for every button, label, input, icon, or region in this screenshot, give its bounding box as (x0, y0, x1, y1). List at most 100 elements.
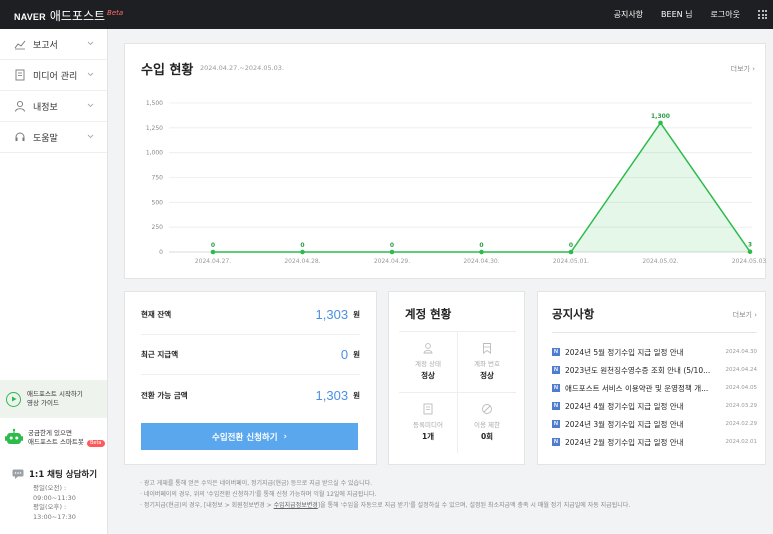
smart-bot-link[interactable]: 궁금한게 있으면 애드포스트 스마트봇 Beta (4, 428, 108, 448)
data-label: 1,300 (651, 113, 670, 120)
x-tick-label: 2024.04.27. (195, 258, 231, 265)
notice-item[interactable]: N 2024년 5월 정기수입 지급 일정 안내 2024.04.30 (552, 346, 757, 358)
notice-item[interactable]: N 2023년도 원천징수영수증 조회 안내 (5/10... 2024.04.… (552, 364, 757, 376)
balance-value: 1,303 (315, 307, 349, 322)
apply-conversion-button[interactable]: 수입전환 신청하기 › (141, 423, 358, 450)
account-value: 정상 (421, 371, 435, 380)
x-tick-label: 2024.05.02. (642, 258, 678, 265)
footnote-1: · 광고 게재를 통해 얻은 수익은 네이버페이, 정기지급(현금) 등으로 지… (140, 480, 373, 487)
notice-date: 2024.03.29 (725, 403, 758, 409)
top-link-user[interactable]: BEEN 님 (661, 9, 693, 20)
y-tick-label: 1,250 (146, 125, 163, 132)
apps-grid-icon[interactable] (758, 10, 767, 19)
x-tick-label: 2024.04.30. (463, 258, 499, 265)
income-chart: 0 250 500 750 1,000 1,250 1,500 0 2024.04.27. 0 20… (146, 100, 767, 265)
account-value: 정상 (480, 371, 494, 380)
chat-consult: 1:1 채팅 상담하기 평일(오전) : 09:00~11:30 평일(오후) … (12, 468, 108, 522)
top-link-logout[interactable]: 로그아웃 (711, 9, 740, 20)
chevron-down-icon (87, 70, 95, 80)
account-label: 이용 제한 (474, 421, 500, 429)
sidebar-item-help[interactable]: 도움말 (0, 122, 107, 153)
notice-text: 2024년 2월 정기수입 지급 일정 안내 (565, 437, 684, 447)
chat-bubble-icon (12, 469, 24, 479)
notice-text: 2024년 3월 정기수입 지급 일정 안내 (565, 419, 684, 429)
sidebar-item-label: 보고서 (33, 40, 58, 51)
chevron-down-icon (87, 39, 95, 49)
footnotes: · 광고 게재를 통해 얻은 수익은 네이버페이, 정기지급(현금) 등으로 지… (140, 478, 630, 511)
chat-hours: 평일(오전) : 09:00~11:30 평일(오후) : 13:00~17:3… (33, 484, 108, 522)
data-label: 0 (479, 242, 483, 249)
account-value: 1개 (421, 432, 435, 441)
x-tick-label: 2024.05.03. (732, 258, 767, 265)
account-panel: 계정 현황 계정 상태 정상 계좌 번호 정상 등록미디어 1개 이용 제한 0… (388, 291, 525, 465)
y-tick-label: 1,000 (146, 150, 163, 157)
convertible-amount-row: 전환 가능 금액 1,303 원 (141, 375, 360, 415)
x-tick-label: 2024.04.29. (374, 258, 410, 265)
data-point (658, 120, 663, 126)
footnote-3: · 정기지급(현금)의 경우, [내정보 > 회원정보변경 > 수입지급정보변경… (140, 502, 631, 509)
start-guide-video-link[interactable]: 애드포스트 시작하기 영상 가이드 (0, 380, 107, 418)
adpost-title: 애드포스트 (49, 9, 106, 23)
account-title: 계정 현황 (405, 307, 452, 321)
balance-label: 현재 잔액 (141, 310, 172, 319)
account-label: 계정 상태 (415, 360, 441, 368)
notice-item[interactable]: N 2024년 3월 정기수입 지급 일정 안내 2024.02.29 (552, 418, 757, 430)
guide-line-2: 영상 가이드 (27, 399, 59, 407)
notice-item[interactable]: N 2024년 2월 정기수입 지급 일정 안내 2024.02.01 (552, 436, 757, 448)
current-balance-row: 현재 잔액 1,303 원 (141, 295, 360, 335)
sidebar-item-media[interactable]: 미디어 관리 (0, 60, 107, 91)
top-link-notice[interactable]: 공지사항 (614, 9, 643, 20)
data-label: 0 (390, 242, 394, 249)
brand-logo[interactable]: NAVER 애드포스트 Beta (14, 7, 123, 24)
ban-icon (481, 403, 493, 415)
new-badge: N (552, 420, 560, 428)
sidebar-item-report[interactable]: 보고서 (0, 29, 107, 60)
data-point (479, 249, 484, 255)
bot-line-1: 궁금한게 있으면 (28, 429, 72, 437)
chat-consult-link[interactable]: 1:1 채팅 상담하기 (12, 468, 108, 480)
series-area (213, 122, 750, 252)
income-payment-info-link[interactable]: 수입지급정보변경 (274, 502, 318, 509)
notice-item[interactable]: N 애드포스트 서비스 이용약관 및 운영정책 개... 2024.04.05 (552, 382, 757, 394)
bot-line-2: 애드포스트 스마트봇 (28, 438, 84, 446)
account-label: 계좌 번호 (474, 360, 500, 368)
income-panel: 수입 현황 2024.04.27.~2024.05.03. 더보기 › 0 250… (124, 43, 767, 279)
data-label: 0 (300, 242, 304, 249)
beta-badge: Beta (86, 440, 105, 447)
notice-item[interactable]: N 2024년 4월 정기수입 지급 일정 안내 2024.03.29 (552, 400, 757, 412)
new-badge: N (552, 348, 560, 356)
sidebar-item-label: 내정보 (33, 102, 58, 113)
new-badge: N (552, 366, 560, 374)
new-badge: N (552, 438, 560, 446)
notice-panel: 공지사항 더보기 › N 2024년 5월 정기수입 지급 일정 안내 2024… (537, 291, 766, 465)
x-tick-label: 2024.05.01. (553, 258, 589, 265)
notice-date: 2024.04.30 (725, 349, 758, 355)
document-icon (14, 69, 26, 81)
balance-label: 전환 가능 금액 (141, 390, 188, 400)
play-icon (6, 391, 21, 407)
notice-more-link[interactable]: 더보기 › (733, 310, 757, 320)
beta-tag: Beta (107, 9, 124, 17)
more-label: 더보기 (732, 311, 752, 319)
robot-icon (5, 428, 23, 444)
hours-label-pm: 평일(오후) : (33, 503, 67, 511)
recent-payment-row: 최근 지급액 0 원 (141, 335, 360, 375)
registered-media-cell: 등록미디어 1개 (399, 393, 457, 453)
y-tick-label: 1,500 (146, 100, 163, 107)
chart-line-icon (14, 38, 26, 50)
document-icon (422, 403, 434, 415)
data-label: 0 (569, 242, 573, 249)
data-point (568, 249, 574, 255)
chevron-down-icon (87, 132, 95, 142)
balance-label: 최근 지급액 (141, 350, 179, 359)
y-tick-label: 0 (159, 249, 163, 256)
data-point (210, 249, 216, 255)
footnote-2: · 네이버페이의 경우, 위의 '수입전환 신청하기'를 통해 신청 가능하며 … (140, 491, 377, 498)
y-tick-label: 250 (152, 224, 164, 231)
sidebar-item-label: 미디어 관리 (33, 71, 78, 82)
sidebar-item-myinfo[interactable]: 내정보 (0, 91, 107, 122)
y-tick-label: 750 (152, 175, 164, 182)
notice-text: 2024년 4월 정기수입 지급 일정 안내 (565, 401, 684, 411)
notice-date: 2024.04.05 (725, 385, 758, 391)
guide-line-1: 애드포스트 시작하기 (27, 390, 83, 398)
